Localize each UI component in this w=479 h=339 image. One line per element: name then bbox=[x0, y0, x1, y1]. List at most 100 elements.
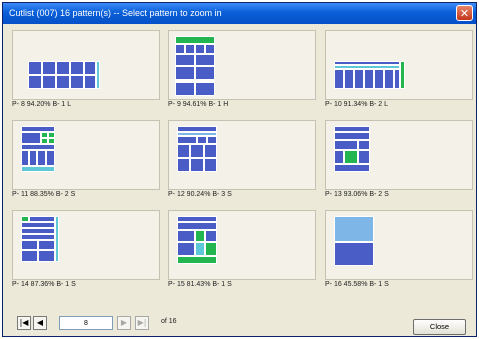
prev-page-button[interactable]: ◀ bbox=[33, 316, 47, 330]
cut-piece bbox=[205, 44, 215, 54]
cut-piece bbox=[190, 158, 204, 172]
pattern-thumbnail[interactable] bbox=[325, 120, 473, 190]
cut-piece bbox=[185, 44, 195, 54]
pattern-thumbnail[interactable] bbox=[12, 210, 160, 280]
cut-piece bbox=[344, 69, 354, 89]
cut-piece bbox=[195, 242, 205, 256]
pattern-grid: P- 8 94.20% B- 1 L P- 9 94.61% B- 1 H P-… bbox=[12, 30, 474, 295]
cut-piece bbox=[195, 66, 215, 80]
cut-piece bbox=[344, 150, 358, 164]
cut-piece bbox=[205, 230, 217, 242]
cut-piece bbox=[334, 132, 370, 140]
cut-piece bbox=[204, 158, 217, 172]
cut-piece bbox=[46, 150, 55, 166]
pattern-label: P- 13 93.06% B- 2 S bbox=[325, 191, 389, 198]
first-page-button[interactable]: |◀ bbox=[17, 316, 31, 330]
pattern-label: P- 9 94.61% B- 1 H bbox=[168, 101, 229, 108]
cut-piece bbox=[207, 136, 217, 144]
cut-piece bbox=[177, 230, 195, 242]
pattern-cell-16[interactable]: P- 16 45.58% B- 1 S bbox=[325, 210, 473, 294]
pattern-thumbnail[interactable] bbox=[325, 30, 473, 100]
pattern-thumbnail[interactable] bbox=[12, 30, 160, 100]
cut-piece bbox=[197, 136, 207, 144]
cut-piece bbox=[177, 242, 195, 256]
pattern-cell-15[interactable]: P- 15 81.43% B- 1 S bbox=[168, 210, 316, 294]
pattern-label: P- 10 91.34% B- 2 L bbox=[325, 101, 389, 108]
pattern-thumbnail[interactable] bbox=[168, 120, 316, 190]
cut-piece bbox=[56, 75, 70, 89]
cut-piece bbox=[177, 144, 190, 158]
cut-piece bbox=[190, 144, 204, 158]
cut-piece bbox=[177, 256, 217, 264]
cut-piece bbox=[334, 242, 374, 266]
cut-piece bbox=[364, 69, 374, 89]
cut-piece bbox=[354, 69, 364, 89]
cut-piece bbox=[28, 75, 42, 89]
pattern-label: P- 11 88.35% B- 2 S bbox=[12, 191, 76, 198]
last-page-button[interactable]: ▶| bbox=[135, 316, 149, 330]
cut-piece bbox=[55, 216, 59, 262]
cut-piece bbox=[334, 216, 374, 242]
pattern-label: P- 14 87.36% B- 1 S bbox=[12, 281, 76, 288]
cut-piece bbox=[334, 164, 370, 172]
cut-piece bbox=[84, 61, 96, 75]
cut-piece bbox=[175, 66, 195, 80]
cut-piece bbox=[384, 69, 394, 89]
page-count-label: of 16 bbox=[161, 318, 177, 325]
cut-piece bbox=[175, 54, 195, 66]
cut-piece bbox=[96, 61, 100, 89]
page-number-input[interactable] bbox=[59, 316, 113, 330]
cut-piece bbox=[195, 230, 205, 242]
cut-piece bbox=[37, 150, 46, 166]
cut-piece bbox=[175, 44, 185, 54]
cut-piece bbox=[70, 75, 84, 89]
cut-piece bbox=[334, 69, 344, 89]
next-page-button[interactable]: ▶ bbox=[117, 316, 131, 330]
close-button[interactable]: Close bbox=[413, 319, 466, 335]
pattern-cell-10[interactable]: P- 10 91.34% B- 2 L bbox=[325, 30, 473, 114]
pattern-cell-11[interactable]: P- 11 88.35% B- 2 S bbox=[12, 120, 160, 204]
cut-piece bbox=[204, 144, 217, 158]
cut-piece bbox=[195, 54, 215, 66]
title-bar[interactable]: Cutlist (007) 16 pattern(s) -- Select pa… bbox=[3, 3, 476, 24]
pattern-cell-14[interactable]: P- 14 87.36% B- 1 S bbox=[12, 210, 160, 294]
cut-piece bbox=[28, 61, 42, 75]
cut-piece bbox=[177, 222, 217, 230]
cut-piece bbox=[195, 44, 205, 54]
pattern-thumbnail[interactable] bbox=[325, 210, 473, 280]
cut-piece bbox=[205, 242, 217, 256]
cut-piece bbox=[21, 132, 41, 144]
cut-piece bbox=[21, 240, 38, 250]
pattern-cell-12[interactable]: P- 12 90.24% B- 3 S bbox=[168, 120, 316, 204]
pattern-cell-13[interactable]: P- 13 93.06% B- 2 S bbox=[325, 120, 473, 204]
cut-piece bbox=[70, 61, 84, 75]
cutlist-dialog: Cutlist (007) 16 pattern(s) -- Select pa… bbox=[2, 2, 477, 337]
cut-piece bbox=[21, 150, 29, 166]
cut-piece bbox=[38, 240, 55, 250]
pattern-cell-9[interactable]: P- 9 94.61% B- 1 H bbox=[168, 30, 316, 114]
cut-piece bbox=[334, 150, 344, 164]
pattern-label: P- 12 90.24% B- 3 S bbox=[168, 191, 232, 198]
cut-piece bbox=[195, 82, 215, 96]
pattern-thumbnail[interactable] bbox=[168, 30, 316, 100]
cut-piece bbox=[400, 61, 405, 89]
pattern-cell-8[interactable]: P- 8 94.20% B- 1 L bbox=[12, 30, 160, 114]
cut-piece bbox=[177, 158, 190, 172]
cut-piece bbox=[56, 61, 70, 75]
cut-piece bbox=[177, 136, 197, 144]
cut-piece bbox=[175, 36, 215, 44]
cut-piece bbox=[42, 75, 56, 89]
close-icon[interactable]: ✕ bbox=[456, 5, 473, 21]
pattern-thumbnail[interactable] bbox=[168, 210, 316, 280]
pattern-label: P- 16 45.58% B- 1 S bbox=[325, 281, 389, 288]
cut-piece bbox=[175, 82, 195, 96]
pattern-label: P- 8 94.20% B- 1 L bbox=[12, 101, 72, 108]
cut-piece bbox=[21, 250, 38, 262]
cut-piece bbox=[42, 61, 56, 75]
cut-piece bbox=[358, 140, 370, 150]
cut-piece bbox=[38, 250, 55, 262]
cut-piece bbox=[334, 140, 358, 150]
pattern-thumbnail[interactable] bbox=[12, 120, 160, 190]
cut-piece bbox=[29, 150, 37, 166]
window-title: Cutlist (007) 16 pattern(s) -- Select pa… bbox=[9, 8, 222, 18]
